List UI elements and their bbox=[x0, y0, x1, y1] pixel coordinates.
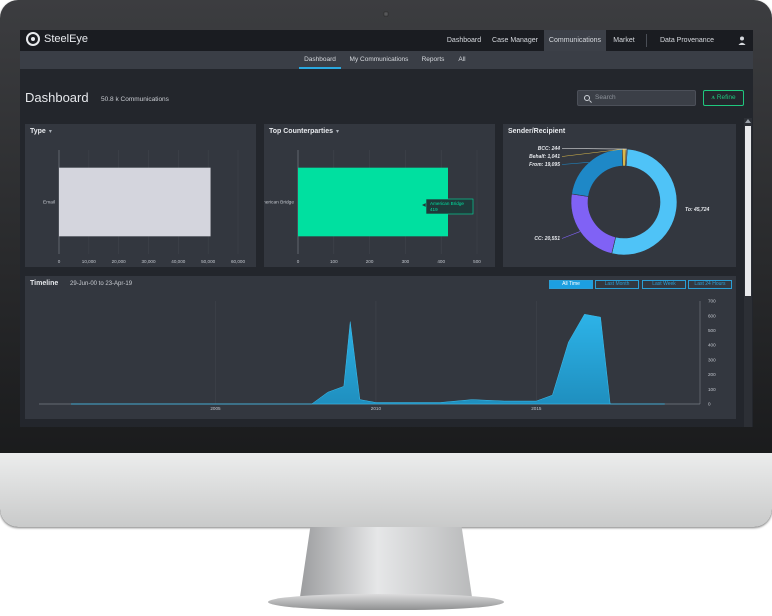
sender-recipient-panel: Sender/Recipient To: 45,724 CC: 20,551 Fro… bbox=[503, 124, 736, 267]
subnav-item-my-communications[interactable]: My Communications bbox=[347, 51, 411, 69]
leader-line bbox=[561, 162, 589, 165]
monitor-bezel: SteelEye Dashboard Case Manager Communic… bbox=[0, 0, 772, 527]
timeline-x-tick-label: 2005 bbox=[210, 406, 221, 411]
timeline-chart: 2005 2010 2015 0 100 200 300 400 500 600 700 bbox=[39, 299, 716, 411]
nav-item-dashboard[interactable]: Dashboard bbox=[443, 30, 485, 51]
scrollbar-thumb[interactable] bbox=[745, 126, 751, 296]
slice-label: CC: 20,551 bbox=[534, 236, 560, 242]
counterparty-tick-label: 0 bbox=[297, 259, 300, 264]
tooltip-value: 419 bbox=[430, 207, 438, 212]
timeline-y-tick-label: 200 bbox=[708, 372, 716, 377]
slice-from bbox=[571, 148, 624, 197]
counterparty-tick-label: 200 bbox=[366, 259, 374, 264]
type-tick-label: 40,000 bbox=[171, 259, 185, 264]
type-tick-label: 30,000 bbox=[141, 259, 155, 264]
top-navigation: SteelEye Dashboard Case Manager Communic… bbox=[20, 30, 753, 51]
timeline-series bbox=[71, 313, 665, 405]
leader-line bbox=[561, 231, 581, 239]
page-scrollbar[interactable] bbox=[744, 118, 752, 427]
monitor-chin bbox=[0, 453, 772, 527]
type-tick-label: 50,000 bbox=[201, 259, 215, 264]
eye-logo-icon bbox=[26, 32, 40, 46]
monitor-stand-foot bbox=[268, 594, 504, 610]
type-chart: 0 10,000 20,000 30,000 40,000 50,000 60,000 Ema… bbox=[43, 150, 245, 264]
app-screen: SteelEye Dashboard Case Manager Communic… bbox=[20, 30, 753, 427]
camera-icon bbox=[383, 11, 389, 17]
slice-cc bbox=[570, 193, 617, 254]
brand-logo[interactable]: SteelEye bbox=[26, 32, 88, 46]
slice-label: From: 19,095 bbox=[529, 162, 560, 168]
type-tick-label: 0 bbox=[58, 259, 61, 264]
type-tick-label: 60,000 bbox=[231, 259, 245, 264]
slice-label: To: 45,724 bbox=[685, 207, 709, 213]
type-bar bbox=[59, 167, 211, 237]
scroll-up-arrow-icon[interactable] bbox=[745, 119, 751, 123]
type-category-label: Email bbox=[43, 200, 55, 206]
sub-navigation: Dashboard My Communications Reports All bbox=[20, 51, 753, 69]
counterparty-tick-label: 400 bbox=[437, 259, 445, 264]
counterparties-chart: 0 100 200 300 400 500 American Bridge American… bbox=[264, 150, 481, 264]
type-tick-label: 20,000 bbox=[112, 259, 126, 264]
refine-label: Refine bbox=[716, 94, 736, 101]
timeline-y-tick-label: 100 bbox=[708, 387, 716, 392]
timeline-y-tick-label: 700 bbox=[708, 299, 716, 304]
subnav-item-reports[interactable]: Reports bbox=[418, 51, 448, 69]
timeline-x-tick-label: 2015 bbox=[531, 406, 542, 411]
slice-label: Behalf: 1,041 bbox=[529, 154, 560, 160]
brand-name: SteelEye bbox=[44, 33, 89, 45]
refine-button[interactable]: ⩚ Refine bbox=[703, 90, 744, 106]
leader-line bbox=[561, 148, 627, 150]
counterparty-tick-label: 300 bbox=[402, 259, 410, 264]
search-input[interactable]: Search bbox=[577, 90, 696, 106]
subnav-item-all[interactable]: All bbox=[454, 51, 470, 69]
counterparties-panel: Top Counterparties▾ 0100200300400500Amer… bbox=[264, 124, 495, 267]
nav-item-data-provenance[interactable]: Data Provenance bbox=[654, 30, 720, 51]
tooltip-label: American Bridge bbox=[430, 201, 464, 206]
communications-count: 50.8 k Communications bbox=[101, 96, 169, 103]
counterparty-tick-label: 100 bbox=[330, 259, 338, 264]
timeline-y-tick-label: 600 bbox=[708, 313, 716, 318]
type-panel: Type ▾ 0 10,000 20,000 30,000 40,000 50,000 60,… bbox=[25, 124, 256, 267]
timeline-y-tick-label: 500 bbox=[708, 328, 716, 333]
timeline-y-tick-label: 300 bbox=[708, 357, 716, 362]
timeline-y-tick-label: 0 bbox=[708, 402, 711, 407]
timeline-panel: Timeline 29-Jun-00 to 23-Apr-19 All Time… bbox=[25, 276, 736, 419]
page-title: Dashboard bbox=[25, 90, 89, 105]
nav-item-market[interactable]: Market bbox=[609, 30, 639, 51]
user-icon[interactable] bbox=[738, 36, 746, 45]
counterparty-bar bbox=[298, 167, 449, 237]
nav-item-case-manager[interactable]: Case Manager bbox=[490, 30, 540, 51]
search-icon bbox=[584, 95, 590, 101]
nav-divider bbox=[646, 34, 647, 47]
slice-label: BCC: 244 bbox=[538, 146, 560, 152]
monitor-stand-neck bbox=[300, 527, 472, 597]
counterparty-category-label: American Bridge bbox=[264, 200, 294, 206]
counterparty-tick-label: 500 bbox=[473, 259, 481, 264]
sender-recipient-chart: To: 45,724 CC: 20,551 From: 19,095 Behalf: … bbox=[529, 146, 709, 256]
timeline-y-tick-label: 400 bbox=[708, 343, 716, 348]
nav-item-communications[interactable]: Communications bbox=[544, 30, 606, 51]
type-tick-label: 10,000 bbox=[82, 259, 96, 264]
subnav-item-dashboard[interactable]: Dashboard bbox=[299, 51, 341, 69]
search-placeholder: Search bbox=[595, 94, 616, 101]
timeline-x-tick-label: 2010 bbox=[371, 406, 382, 411]
